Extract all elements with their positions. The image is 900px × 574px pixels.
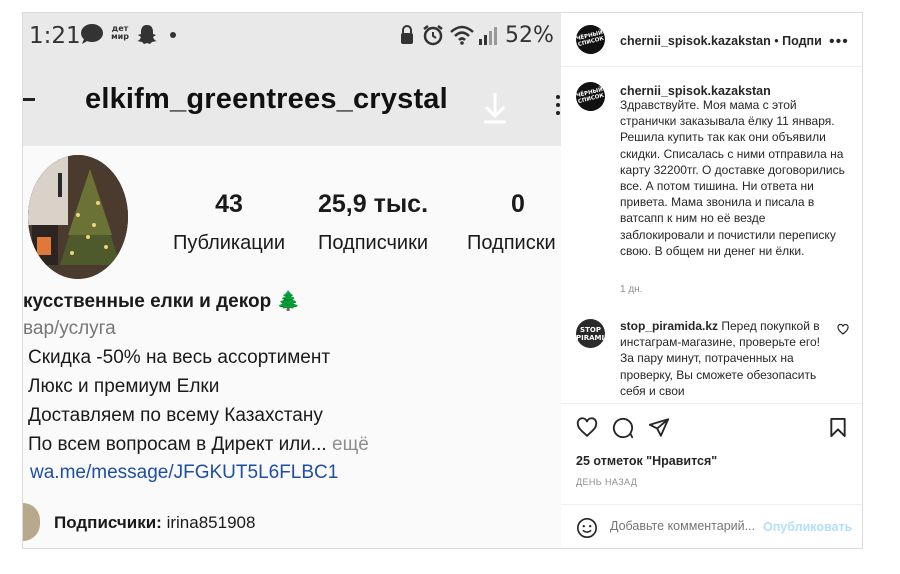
stat-posts[interactable]: 43	[209, 190, 249, 219]
bio-more-link[interactable]: ещё	[327, 434, 369, 455]
bio-line-4: По всем вопросам в Директ или... ещё	[28, 434, 369, 455]
notification-dot-icon	[170, 32, 176, 38]
bio-line-3: Доставляем по всему Казахстану	[28, 405, 323, 426]
comment-box-divider	[561, 504, 862, 505]
stat-followers[interactable]: 25,9 тыс.	[311, 190, 435, 219]
alarm-icon	[423, 25, 443, 46]
snapchat-icon	[137, 25, 157, 44]
stat-following-label: Подписки	[467, 232, 556, 254]
back-arrow-icon[interactable]	[23, 98, 35, 101]
share-icon[interactable]	[648, 417, 670, 438]
wifi-icon	[450, 25, 474, 45]
post-side-panel: ЧЁРНЫЙ СПИСОК chernii_spisok.kazakstan •…	[561, 12, 863, 549]
post-date: ДЕНЬ НАЗАД	[576, 477, 638, 487]
comment-like-icon[interactable]	[837, 324, 849, 335]
chat-bubble-icon	[81, 24, 103, 44]
bio-line-1: Скидка -50% на весь ассортимент	[28, 347, 331, 368]
comment-author[interactable]: stop_piramida.kz	[620, 319, 718, 333]
signal-icon	[479, 27, 497, 45]
screen: 1:21 дет мир 52% elkifm_greentrees_cryst…	[0, 0, 900, 574]
emoji-icon[interactable]	[576, 517, 598, 539]
post-header: ЧЁРНЫЙ СПИСОК chernii_spisok.kazakstan •…	[561, 13, 862, 67]
actions-divider	[561, 403, 862, 404]
commenter-avatar[interactable]: STOP PIRAMIDA	[576, 319, 615, 348]
caption-author[interactable]: chernii_spisok.kazakstan	[620, 84, 771, 98]
stat-following[interactable]: 0	[503, 190, 533, 219]
download-icon	[484, 93, 506, 124]
profile-avatar	[28, 155, 128, 279]
post-author[interactable]: chernii_spisok.kazakstan • Подпи	[620, 34, 822, 48]
caption-author-avatar[interactable]: ЧЁРНЫЙ СПИСОК	[572, 78, 609, 115]
profile-username: elkifm_greentrees_crystal	[85, 83, 448, 115]
phone-status-bar: 1:21 дет мир 52%	[23, 13, 561, 58]
followed-by-text: Подписчики: irina851908	[54, 513, 256, 532]
post-image: 1:21 дет мир 52% elkifm_greentrees_cryst…	[22, 12, 561, 549]
bio-website-link[interactable]: wa.me/message/JFGKUT5L6FLBC1	[30, 462, 338, 484]
comment: stop_piramida.kz Перед покупкой в инстаг…	[620, 318, 830, 402]
status-time: 1:21	[29, 23, 81, 49]
comment-icon[interactable]	[612, 417, 634, 439]
detmir-badge: дет мир	[111, 24, 129, 41]
publish-button[interactable]: Опубликовать	[763, 520, 852, 534]
post-caption: Здравствуйте. Моя мама с этой странички …	[620, 98, 845, 258]
add-comment-input[interactable]	[610, 519, 760, 533]
stat-followers-label: Подписчики	[317, 232, 429, 254]
caption-time[interactable]: 1 дн.	[620, 284, 642, 295]
bio-title: кусственные елки и декор 🌲	[23, 291, 301, 312]
likes-count[interactable]: 25 отметок "Нравится"	[576, 454, 717, 468]
lock-icon	[401, 25, 413, 44]
follow-button[interactable]: Подпи	[782, 34, 822, 48]
battery-level: 52%	[505, 23, 554, 48]
bio-line-2: Люкс и премиум Елки	[28, 376, 220, 397]
author-avatar[interactable]: ЧЁРНЫЙ СПИСОК	[572, 21, 609, 58]
save-icon[interactable]	[829, 417, 847, 438]
more-options-icon[interactable]: •••	[829, 33, 849, 51]
like-icon[interactable]	[576, 417, 598, 438]
bio-category: вар/услуга	[23, 318, 116, 339]
stat-posts-label: Публикации	[172, 232, 286, 254]
